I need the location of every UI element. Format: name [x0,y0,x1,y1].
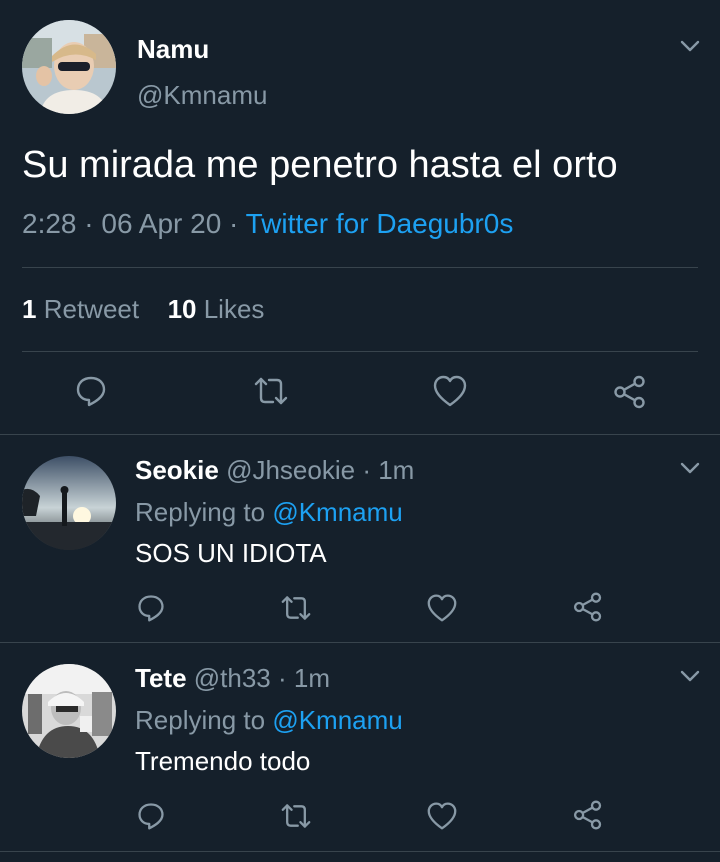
tweet-meta: 2:28 · 06 Apr 20 · Twitter for Daegubr0s [22,208,513,240]
user-handle[interactable]: @Kmnamu [137,80,267,111]
tweet-time: 1m [293,663,331,693]
heart-icon[interactable] [432,374,468,408]
comment-icon[interactable] [136,801,166,831]
like-count-link[interactable]: 10 Likes [168,294,265,324]
divider [22,267,698,268]
retweet-count-link[interactable]: 1 Retweet [22,294,146,324]
retweet-label: Retweet [43,294,140,324]
engagement-counts: 1 Retweet 10 Likes [22,294,264,325]
divider [22,351,698,352]
avatar-photo [22,664,116,758]
avatar-photo [22,20,116,114]
display-name[interactable]: Seokie [135,455,219,485]
meta-separator: · [278,663,287,693]
tweet-time: 2:28 [22,208,77,239]
comment-icon[interactable] [74,374,108,408]
meta-separator: · [362,455,371,485]
share-icon[interactable] [572,799,604,831]
user-handle[interactable]: @Jhseokie [226,455,355,485]
chevron-down-icon[interactable] [678,34,702,58]
tweet-text: Su mirada me penetro hasta el orto [22,144,618,186]
replying-to-link[interactable]: @Kmnamu [272,497,402,527]
heart-icon[interactable] [426,801,458,831]
share-icon[interactable] [612,374,648,410]
like-count: 10 [167,294,197,324]
reply-header: Seokie @Jhseokie · 1m [135,455,414,486]
avatar-photo [22,456,116,550]
chevron-down-icon[interactable] [678,664,702,688]
divider [0,642,720,643]
retweet-icon[interactable] [252,374,290,408]
replying-prefix: Replying to [135,497,266,527]
replying-to: Replying to @Kmnamu [135,497,403,528]
tweet-text: SOS UN IDIOTA [135,538,327,568]
divider [0,434,720,435]
avatar[interactable] [22,456,116,550]
avatar[interactable] [22,664,116,758]
tweet-source-link[interactable]: Twitter for Daegubr0s [246,208,514,239]
meta-separator: · [84,208,94,239]
tweet-time: 1m [378,455,415,485]
reply-header: Tete @th33 · 1m [135,663,330,694]
user-handle[interactable]: @th33 [194,663,271,693]
retweet-count: 1 [22,294,37,324]
retweet-icon[interactable] [279,801,313,831]
comment-icon[interactable] [136,593,166,623]
meta-separator: · [229,208,239,239]
tweet-text: Tremendo todo [135,746,311,776]
chevron-down-icon[interactable] [678,456,702,480]
avatar[interactable] [22,20,116,114]
share-icon[interactable] [572,591,604,623]
display-name[interactable]: Tete [135,663,187,693]
retweet-icon[interactable] [279,593,313,623]
tweet-date: 06 Apr 20 [101,208,222,239]
display-name[interactable]: Namu [137,34,209,65]
replying-to: Replying to @Kmnamu [135,705,403,736]
replying-prefix: Replying to [135,705,266,735]
replying-to-link[interactable]: @Kmnamu [272,705,402,735]
divider [0,851,720,852]
like-label: Likes [203,294,265,324]
heart-icon[interactable] [426,593,458,623]
